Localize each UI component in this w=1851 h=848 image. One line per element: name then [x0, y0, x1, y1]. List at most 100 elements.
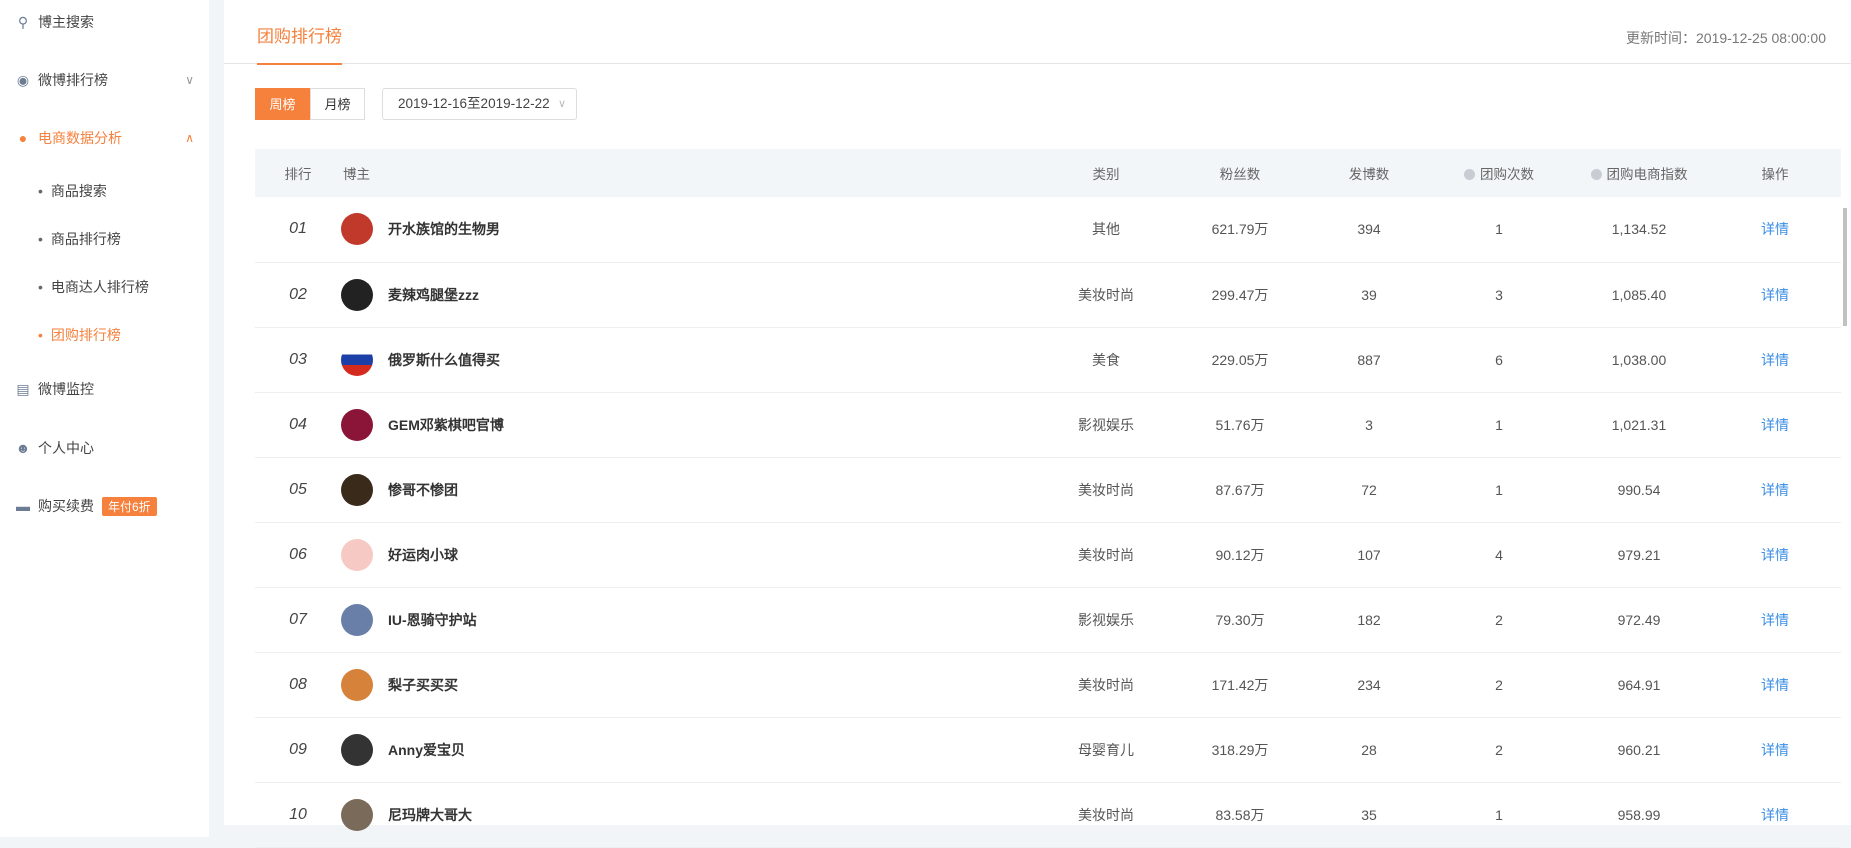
sub-product-search[interactable]: 商品搜索: [38, 181, 107, 201]
rank: 04: [255, 392, 341, 458]
avatar[interactable]: [341, 473, 373, 506]
info-icon[interactable]: [1464, 169, 1475, 180]
action-cell: 详情: [1709, 522, 1841, 588]
avatar[interactable]: [341, 343, 373, 376]
date-range-select[interactable]: 2019-12-16至2019-12-22 ∨: [382, 88, 577, 120]
details-link[interactable]: 详情: [1761, 482, 1789, 498]
rank: 05: [255, 457, 341, 523]
date-range-value: 2019-12-16至2019-12-22: [398, 96, 550, 111]
groupbuy-count: 2: [1429, 652, 1569, 718]
posts: 28: [1309, 717, 1429, 783]
blogger-name[interactable]: 俄罗斯什么值得买: [388, 350, 500, 370]
action-cell: 详情: [1709, 197, 1841, 263]
sub-groupbuy-ranking[interactable]: 团购排行榜: [38, 325, 121, 345]
details-link[interactable]: 详情: [1761, 547, 1789, 563]
nav-blogger-search[interactable]: ⚲ 博主搜索: [14, 12, 194, 32]
avatar[interactable]: [341, 408, 373, 441]
blogger-name[interactable]: Anny爱宝贝: [388, 740, 465, 760]
details-link[interactable]: 详情: [1761, 677, 1789, 693]
update-time: 更新时间：2019-12-25 08:00:00: [1626, 30, 1826, 46]
blogger-name[interactable]: IU-恩骑守护站: [388, 610, 477, 630]
action-cell: 详情: [1709, 717, 1841, 783]
groupbuy-count: 1: [1429, 197, 1569, 263]
blogger-cell: 开水族馆的生物男: [341, 197, 1041, 263]
nav-personal-center[interactable]: ☻ 个人中心: [14, 438, 194, 458]
table-row: 05 惨哥不惨团 美妆时尚 87.67万 72 1 990.54 详情: [255, 457, 1841, 523]
groupbuy-count: 2: [1429, 587, 1569, 653]
details-link[interactable]: 详情: [1761, 612, 1789, 628]
category: 美妆时尚: [1041, 522, 1171, 588]
main-panel: 团购排行榜 更新时间：2019-12-25 08:00:00 周榜 月榜 201…: [224, 0, 1851, 848]
table-row: 04 GEM邓紫棋吧官博 影视娱乐 51.76万 3 1 1,021.31 详情: [255, 392, 1841, 458]
avatar[interactable]: [341, 668, 373, 701]
category: 其他: [1041, 197, 1171, 263]
rank: 03: [255, 327, 341, 393]
weekly-button[interactable]: 周榜: [255, 88, 310, 120]
sidebar: ⚲ 博主搜索 ◉ 微博排行榜 ∨ ● 电商数据分析 ∧ 商品搜索 商品排行榜 电商达人排行…: [0, 0, 209, 837]
blogger-name[interactable]: 好运肉小球: [388, 545, 458, 565]
avatar[interactable]: [341, 733, 373, 766]
avatar[interactable]: [341, 603, 373, 636]
ranking-table: 排行 博主 类别 粉丝数 发博数 团购次数 团购电商指数 操作 01 开水族馆的…: [255, 149, 1841, 848]
user-icon: ☻: [15, 440, 31, 456]
blogger-cell: Anny爱宝贝: [341, 717, 1041, 783]
rank: 09: [255, 717, 341, 783]
details-link[interactable]: 详情: [1761, 807, 1789, 823]
blogger-name[interactable]: 尼玛牌大哥大: [388, 805, 472, 825]
action-cell: 详情: [1709, 327, 1841, 393]
groupbuy-count: 4: [1429, 522, 1569, 588]
details-link[interactable]: 详情: [1761, 287, 1789, 303]
avatar[interactable]: [341, 213, 373, 246]
avatar[interactable]: [341, 278, 373, 311]
info-icon[interactable]: [1590, 169, 1602, 180]
blogger-name[interactable]: 梨子买买买: [388, 675, 458, 695]
groupbuy-index: 964.91: [1569, 652, 1709, 718]
rank: 02: [255, 262, 341, 328]
action-cell: 详情: [1709, 782, 1841, 848]
groupbuy-count: 6: [1429, 327, 1569, 393]
nav-ecommerce-analysis[interactable]: ● 电商数据分析 ∧: [14, 128, 194, 148]
groupbuy-index: 1,085.40: [1569, 262, 1709, 328]
nav-label: 个人中心: [38, 440, 94, 456]
blogger-name[interactable]: GEM邓紫棋吧官博: [388, 415, 504, 435]
nav-purchase[interactable]: ▬ 购买续费 年付6折: [14, 496, 194, 516]
action-cell: 详情: [1709, 652, 1841, 718]
col-fans: 粉丝数: [1171, 149, 1309, 197]
trophy-icon: ◉: [16, 71, 30, 88]
details-link[interactable]: 详情: [1761, 221, 1789, 237]
header: 团购排行榜 更新时间：2019-12-25 08:00:00: [224, 0, 1851, 65]
col-groupbuy-index[interactable]: 团购电商指数: [1569, 149, 1709, 197]
blogger-cell: IU-恩骑守护站: [341, 587, 1041, 653]
details-link[interactable]: 详情: [1761, 742, 1789, 758]
category: 美妆时尚: [1041, 652, 1171, 718]
blogger-name[interactable]: 麦辣鸡腿堡zzz: [388, 285, 479, 305]
blogger-name[interactable]: 惨哥不惨团: [388, 480, 458, 500]
category: 美食: [1041, 327, 1171, 393]
chevron-down-icon: ∨: [557, 98, 566, 110]
avatar[interactable]: [341, 798, 373, 831]
nav-label: 购买续费: [38, 498, 94, 514]
monthly-button[interactable]: 月榜: [310, 88, 365, 120]
fans: 79.30万: [1171, 587, 1309, 653]
pie-icon: ●: [18, 130, 28, 146]
blogger-name[interactable]: 开水族馆的生物男: [388, 219, 500, 239]
details-link[interactable]: 详情: [1761, 417, 1789, 433]
nav-weibo-monitor[interactable]: ▤ 微博监控: [14, 379, 194, 399]
groupbuy-count: 1: [1429, 782, 1569, 848]
col-groupbuy-count[interactable]: 团购次数: [1429, 149, 1569, 197]
table-row: 09 Anny爱宝贝 母婴育儿 318.29万 28 2 960.21 详情: [255, 717, 1841, 783]
details-link[interactable]: 详情: [1761, 352, 1789, 368]
action-cell: 详情: [1709, 587, 1841, 653]
fans: 87.67万: [1171, 457, 1309, 523]
scrollbar[interactable]: [1843, 208, 1847, 326]
table-row: 02 麦辣鸡腿堡zzz 美妆时尚 299.47万 39 3 1,085.40 详…: [255, 262, 1841, 328]
posts: 39: [1309, 262, 1429, 328]
sub-influencer-ranking[interactable]: 电商达人排行榜: [38, 277, 149, 297]
groupbuy-index: 960.21: [1569, 717, 1709, 783]
posts: 72: [1309, 457, 1429, 523]
groupbuy-count: 2: [1429, 717, 1569, 783]
tab-groupbuy-ranking[interactable]: 团购排行榜: [257, 22, 342, 65]
nav-weibo-ranking[interactable]: ◉ 微博排行榜 ∨: [14, 70, 194, 90]
avatar[interactable]: [341, 538, 373, 571]
sub-product-ranking[interactable]: 商品排行榜: [38, 229, 121, 249]
